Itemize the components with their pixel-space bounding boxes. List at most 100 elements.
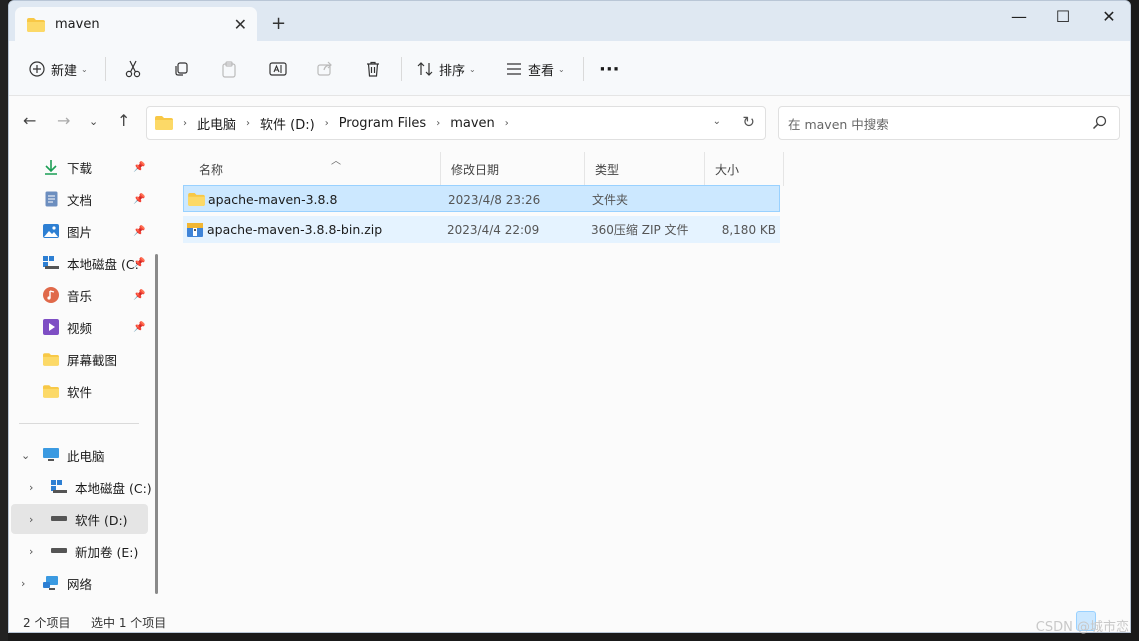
column-header-date[interactable]: 修改日期 <box>441 152 585 186</box>
folder-icon <box>43 383 59 399</box>
breadcrumb-separator-icon: › <box>183 117 187 129</box>
status-bar: 2 个项目 选中 1 个项目 <box>9 609 1130 632</box>
chevron-right-icon[interactable]: › <box>29 513 33 526</box>
pin-icon[interactable]: 📌 <box>133 162 145 173</box>
folder-icon <box>188 186 205 213</box>
sidebar-item-pictures[interactable]: 图片 📌 <box>9 216 159 246</box>
drive-icon <box>51 479 67 495</box>
share-button[interactable] <box>317 56 333 82</box>
chevron-right-icon[interactable]: › <box>29 481 33 494</box>
folder-icon <box>155 116 173 130</box>
command-bar: 新建 ⌄ 排序 ⌄ 查看 ⌄ ··· <box>9 41 1130 96</box>
navigation-bar: ← → ⌄ ↑ › 此电脑 › 软件 (D:) › Program Files … <box>9 96 1130 146</box>
column-size-label: 大小 <box>715 162 740 177</box>
zip-icon <box>187 216 203 243</box>
divider <box>401 57 402 81</box>
pin-icon[interactable]: 📌 <box>133 290 145 301</box>
paste-button[interactable] <box>221 56 237 82</box>
sidebar-item-label: 音乐 <box>67 288 93 304</box>
sidebar-item-drive-c[interactable]: › 本地磁盘 (C:) <box>9 472 159 502</box>
sidebar-item-drive-e[interactable]: › 新加卷 (E:) <box>9 536 159 566</box>
recent-locations-chevron-icon[interactable]: ⌄ <box>89 115 98 128</box>
forward-arrow-icon[interactable]: → <box>57 111 70 130</box>
sidebar-item-network[interactable]: › 网络 <box>9 568 159 598</box>
sidebar-item-screenshots[interactable]: 屏幕截图 <box>9 344 159 374</box>
back-arrow-icon[interactable]: ← <box>23 111 36 130</box>
file-date: 2023/4/4 22:09 <box>447 222 540 237</box>
up-arrow-icon[interactable]: ↑ <box>117 111 130 130</box>
music-icon <box>43 287 59 303</box>
sidebar-scrollbar[interactable] <box>155 254 158 594</box>
file-row-apache-maven-folder[interactable]: apache-maven-3.8.8 2023/4/8 23:26 文件夹 <box>183 185 780 212</box>
sidebar-item-music[interactable]: 音乐 📌 <box>9 280 159 310</box>
sort-button[interactable]: 排序 ⌄ <box>417 56 476 82</box>
sidebar-item-local-disk-c[interactable]: 本地磁盘 (C: 📌 <box>9 248 159 278</box>
address-bar[interactable]: › 此电脑 › 软件 (D:) › Program Files › maven … <box>146 106 766 140</box>
breadcrumb-maven[interactable]: maven <box>450 116 495 131</box>
sidebar-item-documents[interactable]: 文档 📌 <box>9 184 159 214</box>
sort-label: 排序 <box>439 63 466 79</box>
sidebar-item-software[interactable]: 软件 <box>9 376 159 406</box>
breadcrumb-program-files[interactable]: Program Files <box>339 116 427 131</box>
column-name-label: 名称 <box>199 162 224 177</box>
address-dropdown-icon[interactable]: ⌄ <box>713 116 721 127</box>
new-label: 新建 <box>51 63 78 79</box>
pin-icon[interactable]: 📌 <box>133 322 145 333</box>
minimize-button[interactable]: — <box>996 5 1042 29</box>
computer-icon <box>43 447 59 463</box>
search-box[interactable]: 在 maven 中搜索 <box>778 106 1120 140</box>
column-header-type[interactable]: 类型 <box>585 152 705 186</box>
download-icon <box>43 159 59 175</box>
sidebar-item-label: 本地磁盘 (C: <box>67 256 139 272</box>
new-tab-button[interactable]: + <box>271 13 286 34</box>
sidebar-divider <box>19 423 139 424</box>
breadcrumb-this-pc[interactable]: 此电脑 <box>197 114 236 133</box>
copy-button[interactable] <box>173 56 189 82</box>
sidebar-item-label: 视频 <box>67 320 93 336</box>
sidebar-item-drive-d[interactable]: › 软件 (D:) <box>11 504 148 534</box>
chevron-right-icon[interactable]: › <box>21 577 25 590</box>
sidebar-item-this-pc[interactable]: ⌄ 此电脑 <box>9 440 159 470</box>
sidebar-item-videos[interactable]: 视频 📌 <box>9 312 159 342</box>
tab-maven[interactable]: maven ✕ <box>15 7 257 42</box>
chevron-down-icon[interactable]: ⌄ <box>21 449 30 462</box>
selected-count: 选中 1 个项目 <box>91 616 167 630</box>
sidebar-item-label: 下载 <box>67 160 93 176</box>
tab-close-icon[interactable]: ✕ <box>234 15 247 34</box>
file-type: 文件夹 <box>592 193 629 207</box>
view-button[interactable]: 查看 ⌄ <box>506 56 565 82</box>
video-icon <box>43 319 59 335</box>
breadcrumb-separator-icon: › <box>324 117 329 129</box>
pin-icon[interactable]: 📌 <box>133 258 145 269</box>
sidebar-item-label: 软件 (D:) <box>75 512 128 528</box>
maximize-button[interactable]: ☐ <box>1040 5 1086 29</box>
picture-icon <box>43 223 59 239</box>
breadcrumb-drive-d[interactable]: 软件 (D:) <box>260 114 315 133</box>
file-explorer-window: maven ✕ + — ☐ ✕ 新建 ⌄ 排序 ⌄ 查看 ⌄ ··· ← → ⌄… <box>8 0 1131 633</box>
trash-icon <box>367 61 379 77</box>
sidebar-item-downloads[interactable]: 下载 📌 <box>9 152 159 182</box>
cut-button[interactable] <box>125 56 141 82</box>
close-button[interactable]: ✕ <box>1086 5 1130 29</box>
new-button[interactable]: 新建 ⌄ <box>29 56 88 82</box>
sidebar-item-label: 网络 <box>67 576 93 592</box>
copy-icon <box>175 62 188 76</box>
pin-icon[interactable]: 📌 <box>133 226 145 237</box>
file-row-apache-maven-zip[interactable]: apache-maven-3.8.8-bin.zip 2023/4/4 22:0… <box>183 216 780 243</box>
column-date-label: 修改日期 <box>451 162 500 177</box>
view-list-icon <box>507 63 521 75</box>
column-header-size[interactable]: 大小 <box>705 152 784 186</box>
sidebar-item-label: 图片 <box>67 224 93 240</box>
item-count: 2 个项目 <box>23 616 71 630</box>
view-label: 查看 <box>528 63 555 79</box>
more-options-button[interactable]: ··· <box>599 56 620 82</box>
sidebar-item-label: 文档 <box>67 192 93 208</box>
pin-icon[interactable]: 📌 <box>133 194 145 205</box>
file-name: apache-maven-3.8.8 <box>208 192 338 207</box>
delete-button[interactable] <box>365 56 381 82</box>
column-header-name[interactable]: 名称 ︿ <box>189 152 441 186</box>
refresh-icon[interactable]: ↻ <box>742 113 755 131</box>
chevron-right-icon[interactable]: › <box>29 545 33 558</box>
rename-button[interactable] <box>269 56 287 82</box>
watermark: CSDN @城市恋 <box>1035 620 1129 635</box>
